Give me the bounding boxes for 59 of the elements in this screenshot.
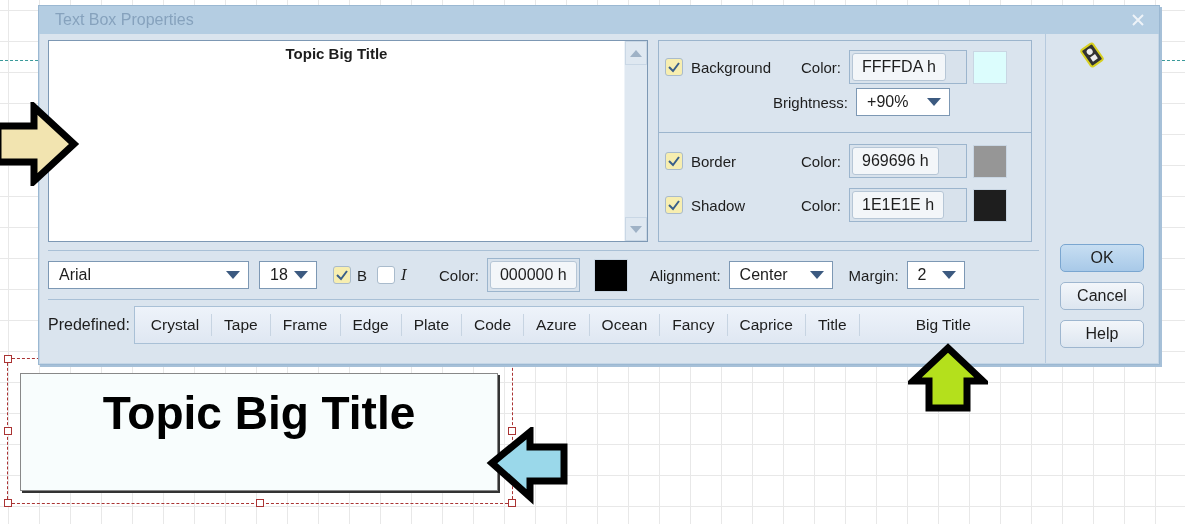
alignment-select[interactable]: Center bbox=[728, 261, 833, 289]
color-label: Color: bbox=[801, 196, 841, 214]
checkbox-label: Background bbox=[691, 58, 773, 76]
brightness-select[interactable]: +90% bbox=[856, 88, 951, 116]
close-icon[interactable] bbox=[1131, 13, 1145, 27]
checkbox-label: Border bbox=[691, 152, 738, 170]
preset-button[interactable]: Plate bbox=[401, 314, 463, 336]
checkbox[interactable] bbox=[333, 266, 351, 284]
predefined-label: Predefined: bbox=[48, 316, 130, 334]
preset-button[interactable]: Title bbox=[805, 314, 860, 336]
caret-icon bbox=[809, 271, 824, 279]
color-field[interactable]: 1E1E1E h bbox=[849, 188, 967, 222]
preset-button[interactable]: Frame bbox=[270, 314, 341, 336]
size-select[interactable]: 18 bbox=[259, 261, 317, 289]
font-select[interactable]: Arial bbox=[48, 261, 249, 289]
italic-label: I bbox=[401, 266, 407, 284]
caret-icon bbox=[941, 271, 956, 279]
preset-button[interactable]: Big Title bbox=[859, 314, 1015, 336]
preset-button[interactable]: Edge bbox=[340, 314, 402, 336]
scrollbar[interactable] bbox=[624, 41, 647, 241]
dialog-button[interactable]: Cancel bbox=[1060, 282, 1144, 310]
color-field[interactable]: 969696 h bbox=[849, 144, 967, 178]
color-swatch[interactable] bbox=[973, 188, 1007, 222]
preset-button[interactable]: Code bbox=[462, 314, 525, 336]
color-swatch[interactable] bbox=[973, 50, 1007, 84]
preset-button[interactable]: Fancy bbox=[660, 314, 728, 336]
margin-label: Margin: bbox=[848, 266, 899, 284]
preset-button[interactable]: Ocean bbox=[589, 314, 661, 336]
dialog-button[interactable]: OK bbox=[1060, 244, 1144, 272]
color-label: Color: bbox=[801, 152, 841, 170]
text-editor[interactable]: Topic Big Title bbox=[48, 40, 648, 242]
caret-icon bbox=[226, 271, 240, 279]
text-box-title: Topic Big Title bbox=[102, 388, 416, 439]
checkbox-label: Shadow bbox=[691, 196, 747, 214]
checkbox[interactable] bbox=[665, 58, 683, 76]
bold-label: B bbox=[357, 266, 367, 284]
color-field[interactable]: FFFFDA h bbox=[849, 50, 967, 84]
checkbox[interactable] bbox=[665, 196, 683, 214]
text-box[interactable]: Topic Big Title bbox=[20, 373, 498, 491]
scroll-down-icon[interactable] bbox=[630, 225, 642, 233]
preset-button[interactable]: Caprice bbox=[727, 314, 806, 336]
color-label: Color: bbox=[438, 266, 479, 284]
margin-select[interactable]: 2 bbox=[906, 261, 965, 289]
editor-text: Topic Big Title bbox=[285, 45, 388, 62]
color-swatch[interactable] bbox=[973, 144, 1007, 178]
scroll-up-icon[interactable] bbox=[630, 49, 642, 57]
preset-button[interactable]: Azure bbox=[524, 314, 590, 336]
color-field[interactable]: 000000 h bbox=[486, 258, 580, 292]
brightness-label: Brightness: bbox=[773, 93, 849, 111]
preset-button[interactable]: Crystal bbox=[138, 314, 213, 336]
caret-icon bbox=[294, 271, 308, 279]
caret-icon bbox=[927, 98, 942, 106]
dialog-button[interactable]: Help bbox=[1060, 320, 1144, 348]
color-label: Color: bbox=[801, 58, 841, 76]
alignment-label: Alignment: bbox=[649, 266, 721, 284]
preset-button[interactable]: Tape bbox=[212, 314, 271, 336]
checkbox[interactable] bbox=[665, 152, 683, 170]
checkbox[interactable] bbox=[377, 266, 395, 284]
color-swatch[interactable] bbox=[593, 258, 628, 292]
